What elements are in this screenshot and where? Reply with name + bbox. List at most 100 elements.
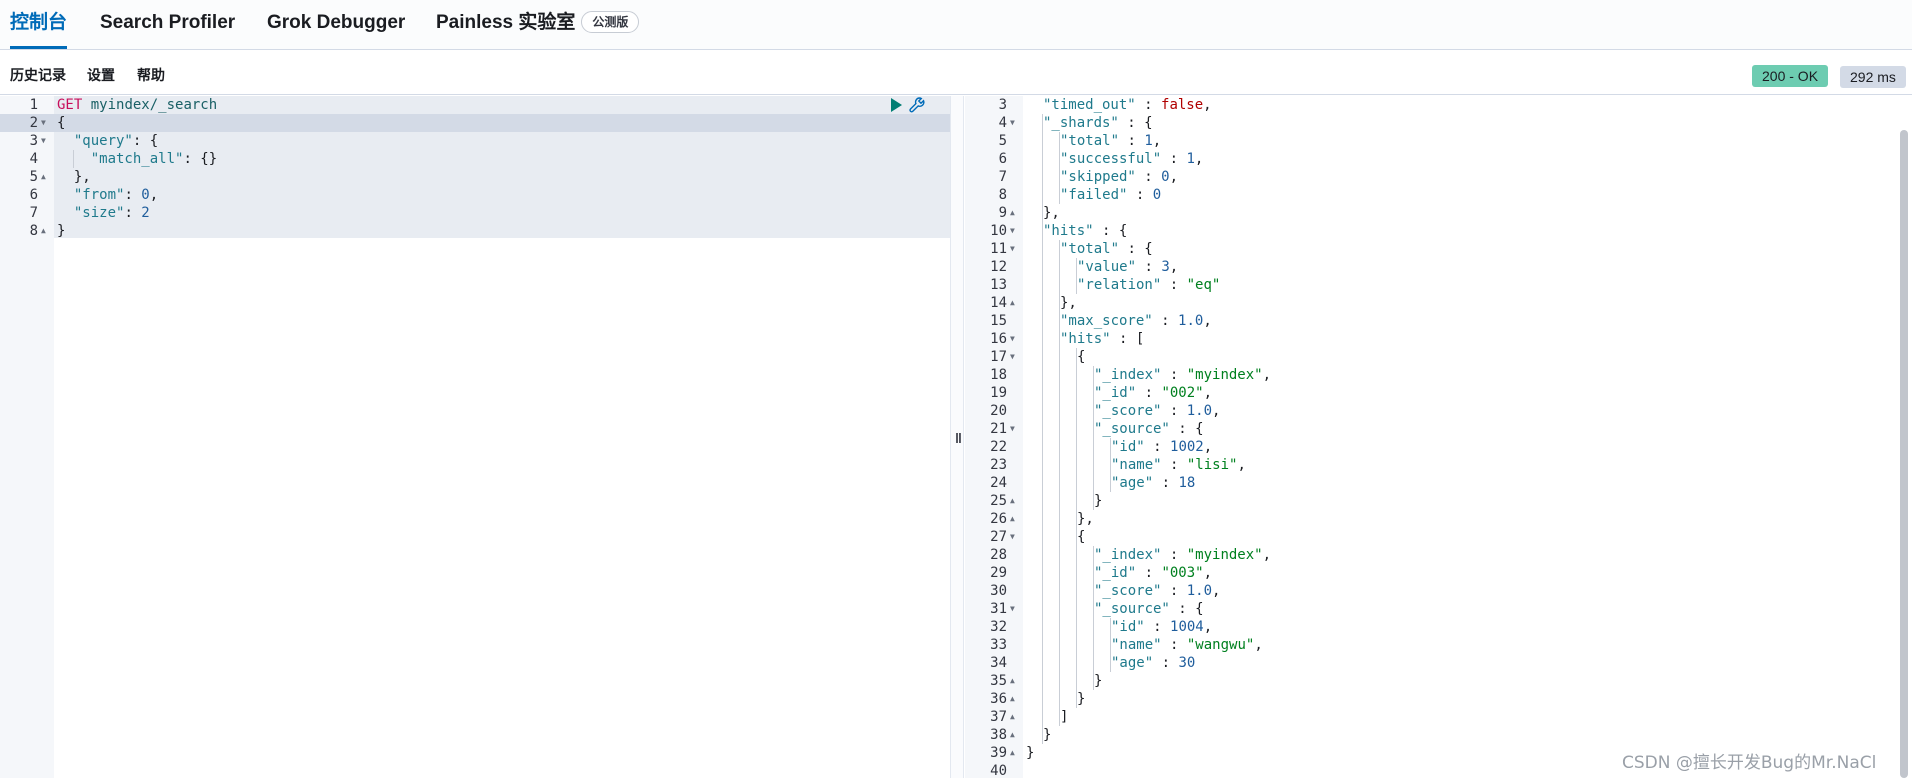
code-line: "size": 2 (73, 205, 150, 221)
line-number: 17 (990, 349, 1007, 365)
code-line: "_index" : "myindex", (1094, 547, 1272, 563)
request-line: GET myindex/_search (57, 96, 217, 114)
line-number: 4 (998, 115, 1007, 131)
fold-close-icon[interactable]: ▲ (41, 222, 46, 240)
play-icon[interactable] (888, 97, 904, 113)
line-number: 7 (29, 205, 38, 221)
status-badge: 200 - OK (1752, 65, 1829, 87)
line-number: 23 (990, 457, 1007, 473)
request-editor[interactable]: 1 2 3 4 5 6 7 8 ▼ ▼ ▲ ▲ GET myindex/_sea… (0, 96, 950, 778)
fold-close-icon[interactable]: ▲ (1010, 492, 1015, 510)
beta-badge: 公测版 (581, 11, 640, 33)
line-number: 5 (998, 133, 1007, 149)
console-toolbar: 历史记录 设置 帮助 200 - OK 292 ms (0, 51, 1912, 95)
response-editor: 3 4 5 6 7 8 9 10 11 12 13 14 15 16 17 18… (965, 96, 1912, 778)
line-number: 21 (990, 421, 1007, 437)
code-line: "total" : 1, (1060, 133, 1162, 149)
line-number: 5 (29, 169, 38, 185)
code-line: "_shards" : { (1043, 115, 1153, 131)
line-number: 1 (29, 97, 38, 113)
fold-open-icon[interactable]: ▼ (41, 132, 46, 150)
line-number: 8 (998, 187, 1007, 203)
fold-close-icon[interactable]: ▲ (1010, 204, 1015, 222)
code-line: "relation" : "eq" (1077, 277, 1221, 293)
fold-open-icon[interactable]: ▼ (1010, 600, 1015, 618)
help-button[interactable]: 帮助 (137, 65, 165, 85)
fold-open-icon[interactable]: ▼ (1010, 240, 1015, 258)
line-number: 32 (990, 619, 1007, 635)
line-number: 27 (990, 529, 1007, 545)
code-line: }, (1060, 295, 1077, 311)
code-line: { (57, 115, 66, 131)
fold-open-icon[interactable]: ▼ (1010, 222, 1015, 240)
response-scrollbar[interactable] (1900, 130, 1908, 778)
tab-grok-debugger[interactable]: Grok Debugger (267, 0, 405, 49)
history-button[interactable]: 历史记录 (10, 65, 66, 85)
line-number: 26 (990, 511, 1007, 527)
code-line: "_score" : 1.0, (1094, 583, 1221, 599)
fold-open-icon[interactable]: ▼ (41, 114, 46, 132)
tab-search-profiler[interactable]: Search Profiler (100, 0, 235, 49)
line-number: 40 (990, 763, 1007, 778)
code-line: { (1077, 349, 1086, 365)
code-line: "value" : 3, (1077, 259, 1179, 275)
code-line: "id" : 1004, (1111, 619, 1213, 635)
code-line: }, (1077, 511, 1094, 527)
line-number: 19 (990, 385, 1007, 401)
code-line: } (57, 223, 66, 239)
tab-console[interactable]: 控制台 (10, 0, 68, 49)
line-number: 4 (29, 151, 38, 167)
tab-console-label: 控制台 (10, 12, 68, 33)
fold-open-icon[interactable]: ▼ (1010, 420, 1015, 438)
fold-close-icon[interactable]: ▲ (41, 168, 46, 186)
fold-close-icon[interactable]: ▲ (1010, 726, 1015, 744)
line-number: 10 (990, 223, 1007, 239)
fold-open-icon[interactable]: ▼ (1010, 114, 1015, 132)
code-line: "from": 0, (73, 187, 159, 203)
request-method: GET (57, 97, 83, 113)
fold-close-icon[interactable]: ▲ (1010, 708, 1015, 726)
line-number: 14 (990, 295, 1007, 311)
code-line: } (1094, 493, 1103, 509)
fold-close-icon[interactable]: ▲ (1010, 690, 1015, 708)
line-number: 25 (990, 493, 1007, 509)
line-number: 24 (990, 475, 1007, 491)
settings-button[interactable]: 设置 (87, 65, 115, 85)
fold-close-icon[interactable]: ▲ (1010, 510, 1015, 528)
line-number: 9 (998, 205, 1007, 221)
line-number: 6 (998, 151, 1007, 167)
fold-close-icon[interactable]: ▲ (1010, 744, 1015, 762)
code-line: "id" : 1002, (1111, 439, 1213, 455)
code-line: "age" : 18 (1111, 475, 1196, 491)
code-line: "failed" : 0 (1060, 187, 1162, 203)
line-number: 8 (29, 223, 38, 239)
wrench-icon[interactable] (908, 96, 926, 114)
line-number: 11 (990, 241, 1007, 257)
tab-grok-debugger-label: Grok Debugger (267, 12, 406, 33)
pane-resize-handle[interactable]: ‖ (950, 96, 964, 778)
code-line: "_id" : "002", (1094, 385, 1213, 401)
code-line: } (1077, 691, 1086, 707)
tab-painless-lab[interactable]: Painless 实验室 公测版 (436, 0, 640, 49)
fold-open-icon[interactable]: ▼ (1010, 330, 1015, 348)
fold-close-icon[interactable]: ▲ (1010, 672, 1015, 690)
code-line: "timed_out" : false, (1043, 97, 1212, 113)
line-number: 18 (990, 367, 1007, 383)
grip-icon: ‖ (955, 430, 962, 446)
fold-open-icon[interactable]: ▼ (1010, 348, 1015, 366)
code-line: "_score" : 1.0, (1094, 403, 1221, 419)
active-line-highlight (0, 114, 950, 132)
code-line: "total" : { (1060, 241, 1153, 257)
code-line: "age" : 30 (1111, 655, 1196, 671)
code-line: { (1077, 529, 1086, 545)
code-line: }, (57, 169, 91, 185)
fold-close-icon[interactable]: ▲ (1010, 294, 1015, 312)
code-line: "query": { (73, 133, 159, 149)
line-number: 16 (990, 331, 1007, 347)
fold-open-icon[interactable]: ▼ (1010, 528, 1015, 546)
line-number: 28 (990, 547, 1007, 563)
line-number: 12 (990, 259, 1007, 275)
line-number: 33 (990, 637, 1007, 653)
line-number: 3 (998, 97, 1007, 113)
line-number: 13 (990, 277, 1007, 293)
